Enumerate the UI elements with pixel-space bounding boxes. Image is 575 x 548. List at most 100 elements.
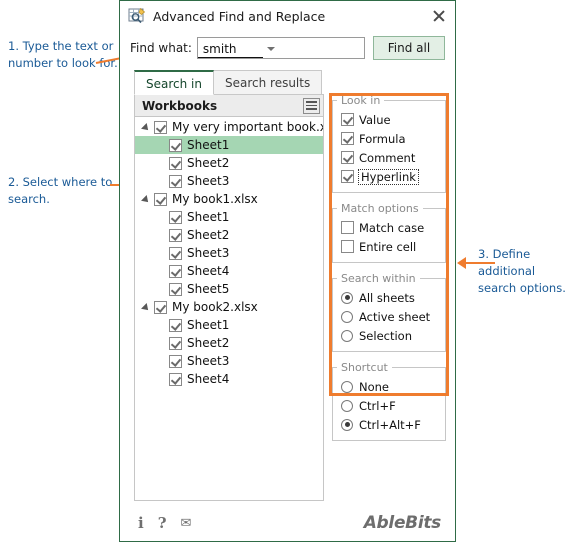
tree-item-sheet[interactable]: Sheet4 bbox=[135, 370, 323, 388]
tab-search-results[interactable]: Search results bbox=[212, 70, 323, 95]
find-what-row: Find what: smith Find all bbox=[120, 33, 455, 63]
mail-icon[interactable]: ✉ bbox=[181, 517, 192, 530]
tree-item-checkbox[interactable] bbox=[169, 210, 182, 224]
tab-search-in[interactable]: Search in bbox=[134, 70, 214, 95]
tree-item-sheet[interactable]: Sheet1 bbox=[135, 316, 323, 334]
radio-selection-dot[interactable] bbox=[341, 329, 353, 342]
tree-item-sheet[interactable]: Sheet3 bbox=[135, 352, 323, 370]
tree-item-checkbox[interactable] bbox=[169, 174, 182, 188]
tree-item-sheet[interactable]: Sheet2 bbox=[135, 334, 323, 352]
radio-all-sheets[interactable]: All sheets bbox=[333, 288, 445, 307]
radio-shortcut-none[interactable]: None bbox=[333, 377, 445, 396]
checkbox-match-case-box[interactable] bbox=[341, 221, 354, 234]
dialog-title: Advanced Find and Replace bbox=[153, 8, 326, 24]
checkbox-entire-cell-box[interactable] bbox=[341, 240, 354, 253]
dialog-footer: i ? ✉ AbleBits bbox=[120, 505, 455, 541]
annotation-arrow-3-line bbox=[465, 262, 495, 264]
tree-item-checkbox[interactable] bbox=[169, 336, 182, 350]
help-icon[interactable]: ? bbox=[158, 515, 167, 531]
checkbox-hyperlink[interactable]: Hyperlink bbox=[333, 167, 445, 186]
tree-item-sheet[interactable]: Sheet3 bbox=[135, 172, 323, 190]
checkbox-match-case[interactable]: Match case bbox=[333, 218, 445, 237]
tree-item-label: My book1.xlsx bbox=[172, 192, 258, 206]
info-icon[interactable]: i bbox=[138, 515, 144, 531]
tree-item-checkbox[interactable] bbox=[169, 264, 182, 278]
radio-shortcut-ctrl-alt-f[interactable]: Ctrl+Alt+F bbox=[333, 415, 445, 434]
checkbox-value-label: Value bbox=[359, 112, 391, 127]
tree-item-label: Sheet3 bbox=[187, 354, 230, 368]
tree-item-sheet[interactable]: Sheet2 bbox=[135, 154, 323, 172]
radio-shortcut-ctrl-alt-f-label: Ctrl+Alt+F bbox=[359, 417, 421, 432]
tree-item-workbook[interactable]: My book1.xlsx bbox=[135, 190, 323, 208]
tree-item-checkbox[interactable] bbox=[169, 138, 182, 152]
shortcut-legend: Shortcut bbox=[341, 361, 388, 374]
checkbox-formula[interactable]: Formula bbox=[333, 129, 445, 148]
radio-shortcut-ctrl-f-label: Ctrl+F bbox=[359, 398, 396, 413]
checkbox-value[interactable]: Value bbox=[333, 110, 445, 129]
tree-item-checkbox[interactable] bbox=[169, 318, 182, 332]
radio-selection[interactable]: Selection bbox=[333, 326, 445, 345]
ablebits-logo: AbleBits bbox=[363, 513, 442, 533]
find-what-combobox[interactable]: smith bbox=[196, 37, 365, 59]
tree-item-checkbox[interactable] bbox=[154, 300, 167, 314]
tree-item-checkbox[interactable] bbox=[154, 192, 167, 206]
hamburger-icon[interactable] bbox=[303, 97, 320, 114]
find-what-label: Find what: bbox=[130, 41, 192, 55]
tree-item-checkbox[interactable] bbox=[169, 354, 182, 368]
tree-item-sheet[interactable]: Sheet5 bbox=[135, 280, 323, 298]
tree-item-workbook[interactable]: My very important book.xlsx bbox=[135, 118, 323, 136]
radio-shortcut-ctrl-f[interactable]: Ctrl+F bbox=[333, 396, 445, 415]
checkbox-comment-box[interactable] bbox=[341, 151, 354, 164]
radio-active-sheet-label: Active sheet bbox=[359, 309, 431, 324]
expander-triangle-icon[interactable] bbox=[141, 193, 154, 206]
tree-item-label: Sheet4 bbox=[187, 372, 230, 386]
radio-shortcut-none-dot[interactable] bbox=[341, 380, 353, 393]
tree-item-label: My book2.xlsx bbox=[172, 300, 258, 314]
close-icon[interactable] bbox=[429, 6, 449, 26]
tree-item-checkbox[interactable] bbox=[169, 246, 182, 260]
checkbox-value-box[interactable] bbox=[341, 113, 354, 126]
radio-shortcut-ctrl-alt-f-dot[interactable] bbox=[341, 418, 353, 431]
tree-item-label: Sheet2 bbox=[187, 336, 230, 350]
tree-item-checkbox[interactable] bbox=[169, 228, 182, 242]
checkbox-entire-cell[interactable]: Entire cell bbox=[333, 237, 445, 256]
chevron-down-icon[interactable] bbox=[263, 38, 280, 58]
radio-shortcut-none-label: None bbox=[359, 379, 390, 394]
shortcut-group: Shortcut None Ctrl+F Ctrl+Alt+F bbox=[332, 361, 446, 441]
tree-item-checkbox[interactable] bbox=[169, 156, 182, 170]
checkbox-match-case-label: Match case bbox=[359, 220, 425, 235]
radio-active-sheet[interactable]: Active sheet bbox=[333, 307, 445, 326]
tree-item-label: Sheet1 bbox=[187, 138, 230, 152]
find-all-button[interactable]: Find all bbox=[373, 36, 445, 60]
radio-active-sheet-dot[interactable] bbox=[341, 310, 353, 323]
match-options-group: Match options Match case Entire cell bbox=[332, 202, 446, 263]
tree-item-sheet[interactable]: Sheet2 bbox=[135, 226, 323, 244]
tab-content-search-in: Workbooks My very important book.xlsx She… bbox=[120, 93, 455, 504]
workbooks-header: Workbooks bbox=[135, 95, 323, 117]
checkbox-hyperlink-label: Hyperlink bbox=[358, 168, 419, 185]
checkbox-hyperlink-box[interactable] bbox=[341, 170, 354, 183]
expander-triangle-icon[interactable] bbox=[141, 301, 154, 314]
tree-item-checkbox[interactable] bbox=[169, 372, 182, 386]
title-bar: Advanced Find and Replace bbox=[120, 1, 455, 31]
workbooks-header-label: Workbooks bbox=[142, 98, 218, 113]
tree-item-sheet[interactable]: Sheet1 bbox=[135, 208, 323, 226]
tree-item-sheet[interactable]: Sheet4 bbox=[135, 262, 323, 280]
tree-item-checkbox[interactable] bbox=[154, 120, 167, 134]
tree-item-checkbox[interactable] bbox=[169, 282, 182, 296]
tree-item-sheet[interactable]: Sheet3 bbox=[135, 244, 323, 262]
tree-item-label: Sheet2 bbox=[187, 156, 230, 170]
tree-item-label: Sheet3 bbox=[187, 246, 230, 260]
radio-shortcut-ctrl-f-dot[interactable] bbox=[341, 399, 353, 412]
checkbox-comment[interactable]: Comment bbox=[333, 148, 445, 167]
footer-icon-group: i ? ✉ bbox=[138, 515, 364, 531]
expander-triangle-icon[interactable] bbox=[141, 121, 154, 134]
find-what-input[interactable]: smith bbox=[197, 42, 263, 58]
tree-item-label: My very important book.xlsx bbox=[172, 120, 323, 134]
checkbox-formula-box[interactable] bbox=[341, 132, 354, 145]
tree-item-workbook[interactable]: My book2.xlsx bbox=[135, 298, 323, 316]
tree-item-sheet[interactable]: Sheet1 bbox=[135, 136, 323, 154]
radio-all-sheets-dot[interactable] bbox=[341, 291, 353, 304]
workbooks-tree[interactable]: My very important book.xlsx Sheet1 Sheet2 S… bbox=[135, 117, 323, 500]
tree-item-label: Sheet4 bbox=[187, 264, 230, 278]
